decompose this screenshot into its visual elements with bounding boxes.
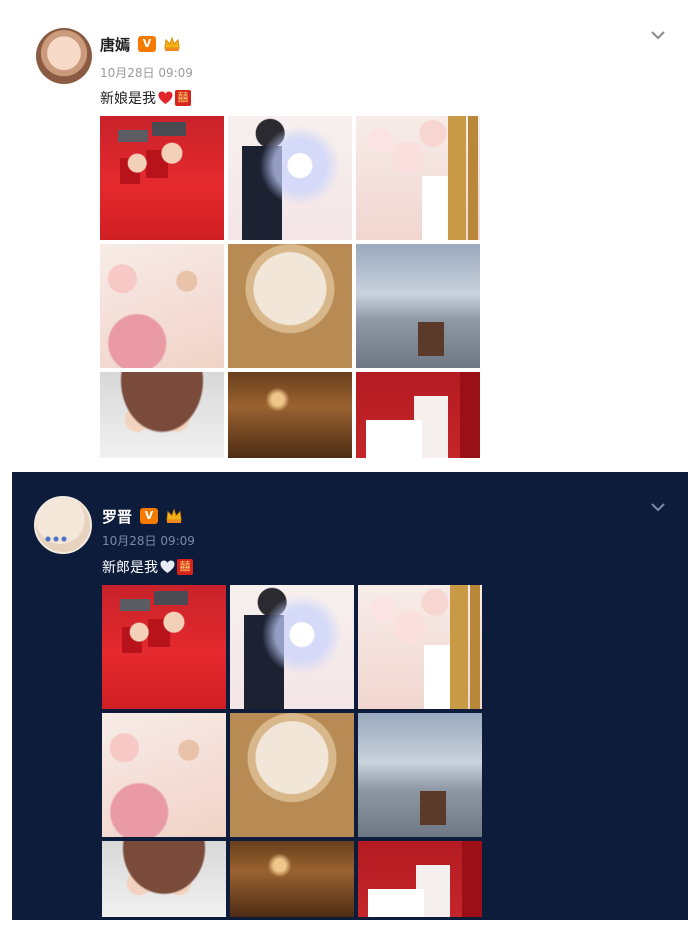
post-text: 新郎是我 囍	[102, 557, 193, 577]
photo-8[interactable]	[230, 841, 354, 917]
photo-1[interactable]	[100, 116, 224, 240]
photo-3[interactable]	[356, 116, 480, 240]
photo-7[interactable]	[102, 841, 226, 917]
username[interactable]: 罗晋	[102, 506, 132, 527]
photo-4[interactable]	[102, 713, 226, 837]
post-text-content: 新娘是我	[100, 91, 156, 107]
heart-icon	[160, 560, 175, 573]
photo-2[interactable]	[228, 116, 352, 240]
photo-7[interactable]	[100, 372, 224, 458]
chevron-down-icon[interactable]	[650, 30, 666, 40]
photo-6[interactable]	[356, 244, 480, 368]
photo-3[interactable]	[358, 585, 482, 709]
photo-5[interactable]	[228, 244, 352, 368]
photo-8[interactable]	[228, 372, 352, 458]
double-happiness-icon: 囍	[175, 90, 191, 106]
photo-6[interactable]	[358, 713, 482, 837]
photo-4[interactable]	[100, 244, 224, 368]
chevron-down-icon[interactable]	[650, 502, 666, 512]
double-happiness-icon: 囍	[177, 559, 193, 575]
username[interactable]: 唐嫣	[100, 34, 130, 55]
photo-grid	[102, 585, 482, 917]
photo-1[interactable]	[102, 585, 226, 709]
crown-icon	[164, 36, 180, 51]
avatar[interactable]	[36, 28, 92, 84]
photo-9[interactable]	[356, 372, 480, 458]
verified-badge-icon: V	[138, 36, 156, 52]
photo-2[interactable]	[230, 585, 354, 709]
photo-5[interactable]	[230, 713, 354, 837]
photo-9[interactable]	[358, 841, 482, 917]
post-text: 新娘是我 囍	[100, 88, 191, 108]
crown-icon	[166, 508, 182, 523]
weibo-post-dark: 罗晋 V 10月28日 09:09 新郎是我 囍	[12, 472, 688, 920]
heart-icon	[158, 91, 173, 104]
weibo-post-light: 唐嫣 V 10月28日 09:09 新娘是我 囍	[0, 0, 700, 472]
post-time[interactable]: 10月28日 09:09	[100, 64, 193, 81]
photo-grid	[100, 116, 480, 458]
post-time[interactable]: 10月28日 09:09	[102, 532, 195, 549]
weibo-comparison-screenshot: 唐嫣 V 10月28日 09:09 新娘是我 囍 罗晋 V 10月28日 09:…	[0, 0, 700, 933]
avatar[interactable]	[34, 496, 92, 554]
verified-badge-icon: V	[140, 508, 158, 524]
avatar-decoration	[44, 536, 68, 542]
post-text-content: 新郎是我	[102, 560, 158, 576]
